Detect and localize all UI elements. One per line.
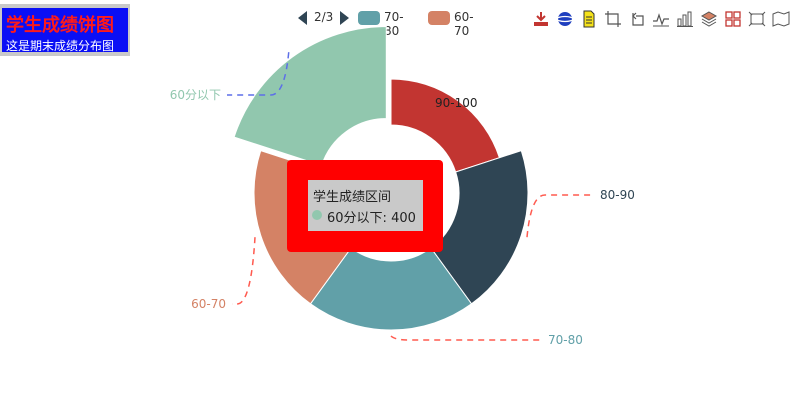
tooltip-value: 60分以下: 400: [327, 211, 416, 226]
tooltip-marker: [312, 210, 322, 220]
tooltip-series-value: 400: [391, 211, 416, 226]
slice-label-60分以下: 60分以下: [170, 88, 221, 102]
tooltip-title: 学生成绩区间: [313, 190, 392, 205]
slice-label-80-90: 80-90: [600, 188, 635, 202]
label-line-80-90: [526, 194, 594, 238]
pie-slice-60分以下[interactable]: [233, 26, 387, 167]
slice-label-70-80: 70-80: [548, 333, 583, 347]
slice-label-60-70: 60-70: [191, 297, 226, 311]
pie-slice-90-100[interactable]: [390, 78, 501, 173]
tooltip-series-name: 60分以下: [327, 211, 383, 226]
label-line-70-80: [390, 335, 542, 341]
slice-label-90-100: 90-100: [435, 96, 478, 110]
tooltip-content: 学生成绩区间 60分以下: 400: [308, 180, 423, 231]
label-line-60-70: [232, 237, 256, 305]
tooltip: 学生成绩区间 60分以下: 400: [287, 160, 443, 252]
